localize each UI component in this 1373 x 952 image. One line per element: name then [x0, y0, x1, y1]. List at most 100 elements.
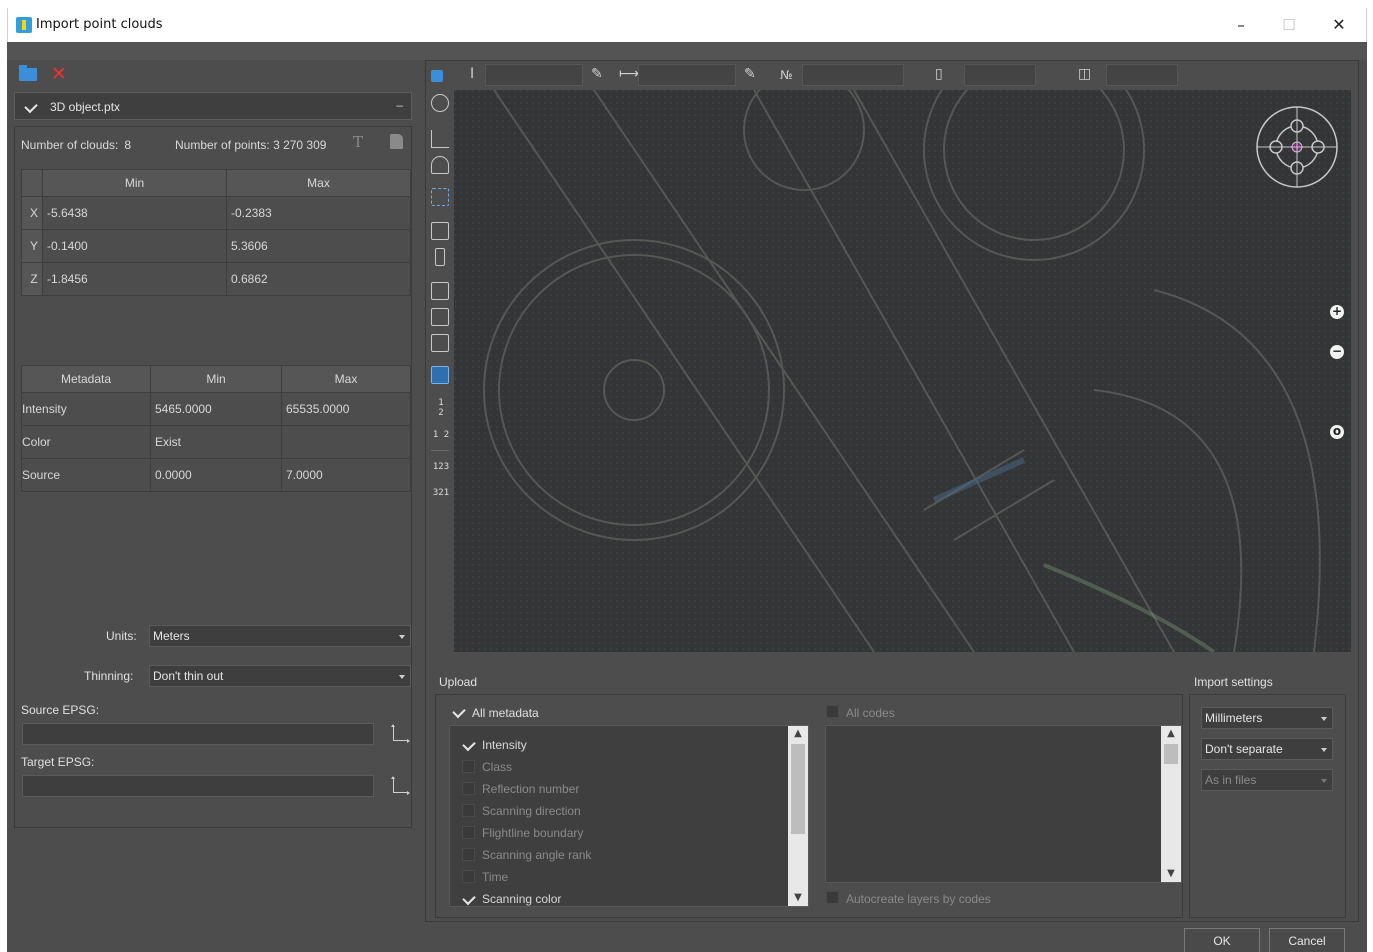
all-codes-checkbox[interactable] [826, 705, 839, 718]
order-1-icon[interactable]: 1 [430, 398, 452, 408]
scroll-down-icon[interactable]: ▼ [1161, 866, 1181, 882]
units-select[interactable]: Meters [149, 625, 411, 647]
overlap-mode-icon[interactable] [431, 366, 449, 384]
import-icon[interactable] [431, 70, 443, 82]
autocreate-checkbox[interactable] [826, 891, 839, 904]
order-123-icon[interactable]: 123 [430, 462, 452, 472]
grid-icon[interactable] [431, 222, 449, 240]
table-row: X -5.6438 -0.2383 [21, 196, 411, 230]
metadata-header-min: Min [150, 365, 282, 393]
edit-selection-icon[interactable] [431, 334, 449, 352]
item-checkbox [462, 826, 475, 839]
remove-selection-icon[interactable] [431, 308, 449, 326]
open-folder-icon[interactable] [19, 65, 37, 81]
layers-select: As in files [1201, 769, 1333, 791]
item-label: Intensity [482, 738, 527, 752]
source-epsg-label: Source EPSG: [21, 703, 100, 717]
order-12-icon[interactable]: 1 2 [430, 430, 452, 440]
number-field[interactable] [802, 64, 904, 86]
file-header[interactable]: 3D object.ptx – [14, 92, 412, 120]
scroll-down-icon[interactable]: ▼ [788, 890, 808, 906]
codes-list[interactable]: ▲ ▼ [825, 725, 1182, 883]
item-checkbox[interactable] [462, 738, 475, 751]
axis-label: Z [21, 262, 43, 296]
height-icon: I [470, 66, 475, 82]
import-settings-group: Millimeters Don't separate As in files [1189, 694, 1346, 918]
item-label: Flightline boundary [482, 826, 584, 840]
split-field[interactable] [1106, 64, 1178, 86]
metadata-name: Source [21, 458, 151, 492]
minmax-corner [21, 169, 43, 197]
navigation-compass-icon[interactable] [1254, 104, 1340, 190]
item-label: Class [482, 760, 513, 774]
align-icon[interactable] [435, 248, 445, 266]
file-name: 3D object.ptx [50, 100, 121, 114]
dialog-body: ✕ 3D object.ptx – Number of clouds: 8 Num… [7, 42, 1367, 952]
ruler-icon-2[interactable]: ✎ [744, 66, 756, 82]
scroll-thumb[interactable] [791, 744, 805, 834]
column-field[interactable] [964, 64, 1036, 86]
item-checkbox [462, 848, 475, 861]
thinning-select[interactable]: Don't thin out [149, 665, 411, 687]
item-checkbox[interactable] [462, 892, 475, 905]
cancel-button[interactable]: Cancel [1269, 928, 1345, 952]
units-label: Units: [106, 629, 137, 643]
target-epsg-input[interactable] [22, 775, 374, 797]
remove-file-icon[interactable]: ✕ [51, 63, 67, 85]
item-checkbox [462, 870, 475, 883]
scroll-up-icon[interactable]: ▲ [788, 726, 808, 742]
table-row: Intensity 5465.0000 65535.0000 [21, 392, 411, 426]
order-2-icon[interactable]: 2 [430, 408, 452, 418]
source-epsg-input[interactable] [22, 723, 374, 745]
scroll-thumb[interactable] [1164, 744, 1178, 764]
reset-view-icon[interactable]: o [1330, 425, 1344, 439]
zoom-out-icon[interactable]: − [1330, 345, 1344, 359]
file-checkbox[interactable] [24, 100, 37, 113]
all-metadata-label: All metadata [472, 706, 539, 720]
app-icon [16, 17, 32, 33]
metadata-min: 0.0000 [150, 458, 282, 492]
max-value: -0.2383 [226, 196, 411, 230]
maximize-button[interactable]: ☐ [1267, 12, 1311, 38]
points-label: Number of points: [175, 138, 270, 152]
window-title: Import point clouds [36, 17, 163, 32]
axes-icon[interactable] [431, 130, 449, 148]
minmax-header-min: Min [42, 169, 227, 197]
import-units-select[interactable]: Millimeters [1201, 707, 1333, 729]
target-epsg-label: Target EPSG: [21, 755, 95, 769]
rotate-icon[interactable] [431, 156, 449, 174]
clouds-label: Number of clouds: [21, 138, 119, 152]
all-metadata-checkbox[interactable] [452, 705, 465, 718]
zoom-in-icon[interactable]: + [1330, 305, 1344, 319]
min-value: -5.6438 [42, 196, 227, 230]
collapse-icon[interactable]: – [396, 98, 403, 112]
metadata-name: Intensity [21, 392, 151, 426]
close-button[interactable]: ✕ [1317, 12, 1361, 38]
top-strip [7, 42, 1367, 60]
table-row: Source 0.0000 7.0000 [21, 458, 411, 492]
point-cloud-viewport[interactable]: + − o [454, 90, 1351, 652]
minimize-button[interactable]: – [1219, 12, 1263, 38]
source-epsg-picker-icon[interactable] [391, 724, 410, 743]
toolbar-separator [431, 450, 449, 451]
codes-scrollbar[interactable]: ▲ ▼ [1161, 726, 1181, 882]
item-label: Scanning color [482, 892, 562, 906]
ruler-icon[interactable]: ✎ [591, 66, 603, 82]
upload-label: Upload [439, 675, 478, 689]
target-epsg-picker-icon[interactable] [391, 776, 410, 795]
metadata-scrollbar[interactable]: ▲ ▼ [788, 726, 808, 906]
separate-select[interactable]: Don't separate [1201, 738, 1333, 760]
ok-button[interactable]: OK [1184, 928, 1260, 952]
scroll-up-icon[interactable]: ▲ [1161, 726, 1181, 742]
add-selection-icon[interactable] [431, 282, 449, 300]
order-321-icon[interactable]: 321 [430, 488, 452, 498]
select-region-icon[interactable] [431, 188, 449, 206]
item-label: Time [482, 870, 509, 884]
file-settings-icon[interactable] [390, 134, 403, 149]
metadata-list[interactable]: Intensity Class Reflection number Scanni… [449, 725, 809, 907]
text-settings-icon[interactable]: T [353, 133, 363, 151]
width-field[interactable] [638, 64, 736, 86]
height-field[interactable] [485, 64, 583, 86]
upload-group: All metadata All codes Intensity Class R… [435, 694, 1183, 918]
cloud-settings-icon[interactable] [431, 94, 449, 112]
